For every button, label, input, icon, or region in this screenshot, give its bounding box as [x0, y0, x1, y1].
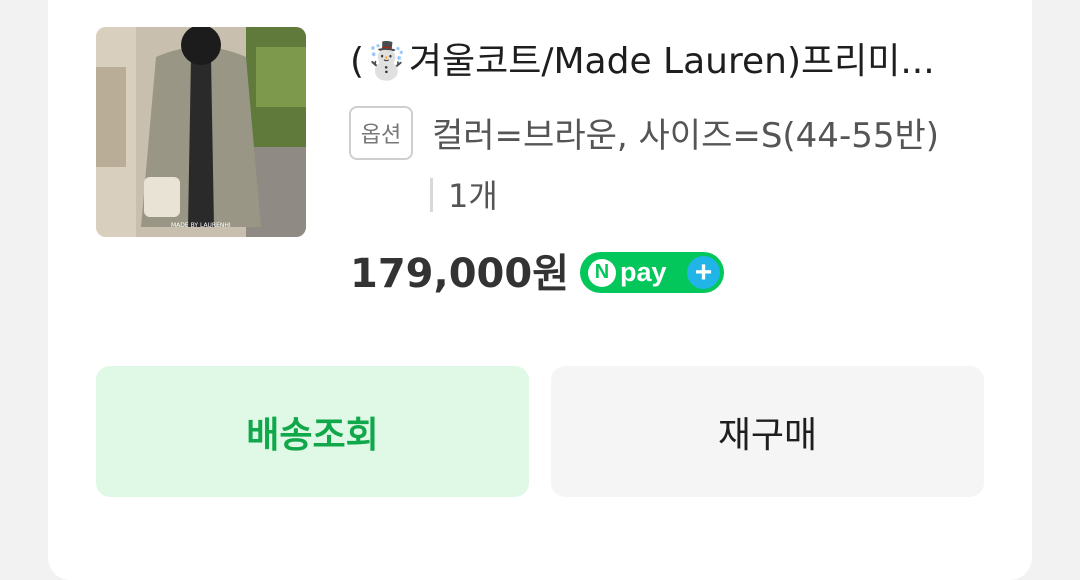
reorder-button[interactable]: 재구매 — [551, 366, 984, 497]
quantity-text: 1개 — [448, 177, 498, 215]
product-image[interactable]: MADE BY LAURENHI — [96, 27, 306, 237]
price-text: 179,000원 — [350, 251, 569, 297]
image-watermark: MADE BY LAURENHI — [171, 222, 231, 229]
npay-plus-badge: N pay + — [580, 252, 724, 293]
npay-label: pay — [620, 257, 667, 287]
product-title[interactable]: (☃️겨울코트/Made Lauren)프리미... — [350, 34, 986, 90]
option-badge: 옵션 — [349, 106, 413, 160]
option-text: 컬러=브라운, 사이즈=S(44-55반) — [432, 116, 940, 156]
plus-icon: + — [687, 256, 720, 289]
track-delivery-button[interactable]: 배송조회 — [96, 366, 529, 497]
npay-n-icon: N — [588, 258, 616, 287]
quantity-divider — [430, 178, 433, 212]
